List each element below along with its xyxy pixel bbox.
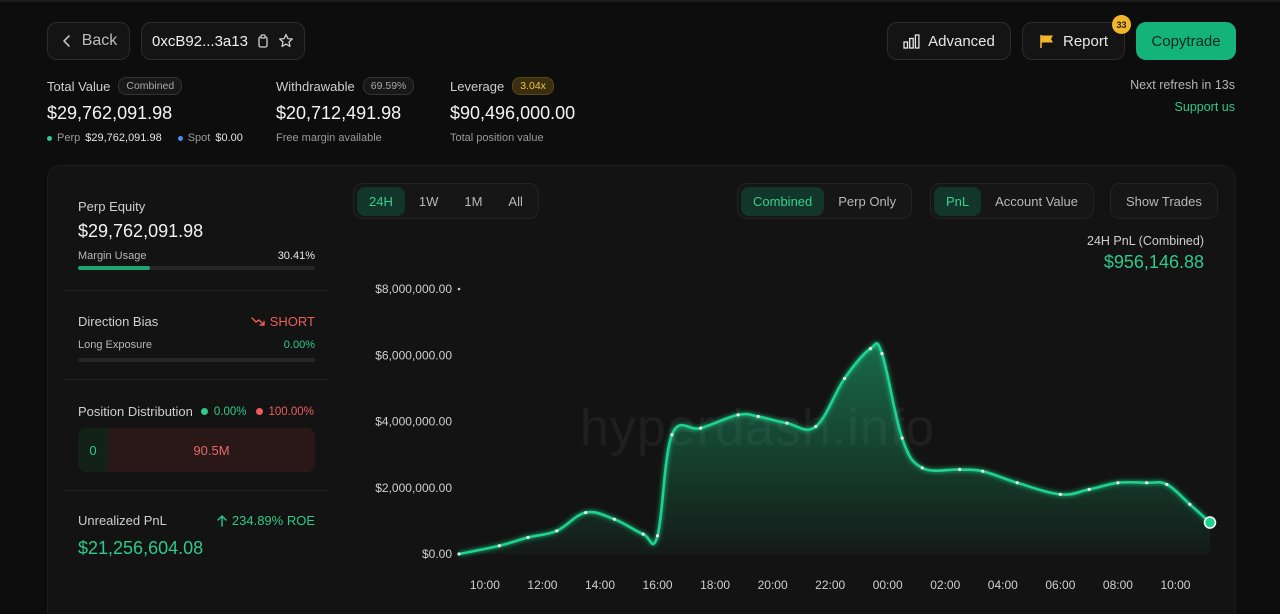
y-tick-label: $4,000,000.00 (375, 415, 452, 429)
data-point (814, 424, 818, 429)
x-tick-label: 06:00 (1045, 578, 1075, 592)
data-point (1087, 487, 1091, 492)
data-point (1058, 492, 1062, 496)
x-tick-label: 10:00 (1160, 578, 1190, 592)
x-tick-label: 18:00 (700, 578, 730, 592)
data-point (641, 532, 645, 536)
y-tick-label: $6,000,000.00 (375, 348, 452, 362)
data-point (670, 433, 674, 437)
x-tick-label: 08:00 (1103, 578, 1133, 592)
data-point (1145, 481, 1149, 485)
data-point (1165, 482, 1169, 487)
data-point (497, 544, 501, 548)
x-tick-label: 12:00 (527, 578, 557, 592)
pnl-chart[interactable]: $0.00 $2,000,000.00 $4,000,000.00 $6,000,00… (0, 0, 1280, 614)
pnl-area (459, 343, 1210, 554)
current-value-point (1203, 516, 1217, 529)
data-point (958, 467, 962, 472)
data-point (880, 351, 884, 356)
data-point (736, 413, 740, 417)
y-tick-label: $2,000,000.00 (375, 481, 452, 495)
y-tick-label: $8,000,000.00 (375, 282, 452, 296)
data-point (842, 376, 847, 381)
data-point (920, 466, 924, 470)
data-point (868, 347, 873, 351)
x-tick-label: 20:00 (758, 578, 788, 592)
x-tick-label: 00:00 (873, 578, 903, 592)
data-point (1116, 481, 1120, 485)
data-point (981, 469, 985, 473)
data-point (699, 426, 703, 430)
data-point (1015, 481, 1019, 485)
y-axis-top-marker (457, 287, 461, 291)
data-point (584, 510, 588, 515)
x-tick-label: 02:00 (930, 578, 960, 592)
x-tick-label: 10:00 (470, 578, 500, 592)
data-point (555, 529, 559, 533)
x-tick-label: 14:00 (585, 578, 615, 592)
data-point (526, 535, 530, 540)
data-point (785, 421, 789, 425)
data-point (1188, 502, 1192, 506)
x-tick-label: 16:00 (643, 578, 673, 592)
data-point (655, 534, 660, 538)
y-tick-label: $0.00 (422, 547, 452, 561)
x-tick-label: 04:00 (988, 578, 1018, 592)
data-point (457, 552, 461, 556)
data-point (612, 517, 616, 521)
x-tick-label: 22:00 (815, 578, 845, 592)
data-point (756, 414, 760, 419)
data-point (900, 436, 904, 440)
